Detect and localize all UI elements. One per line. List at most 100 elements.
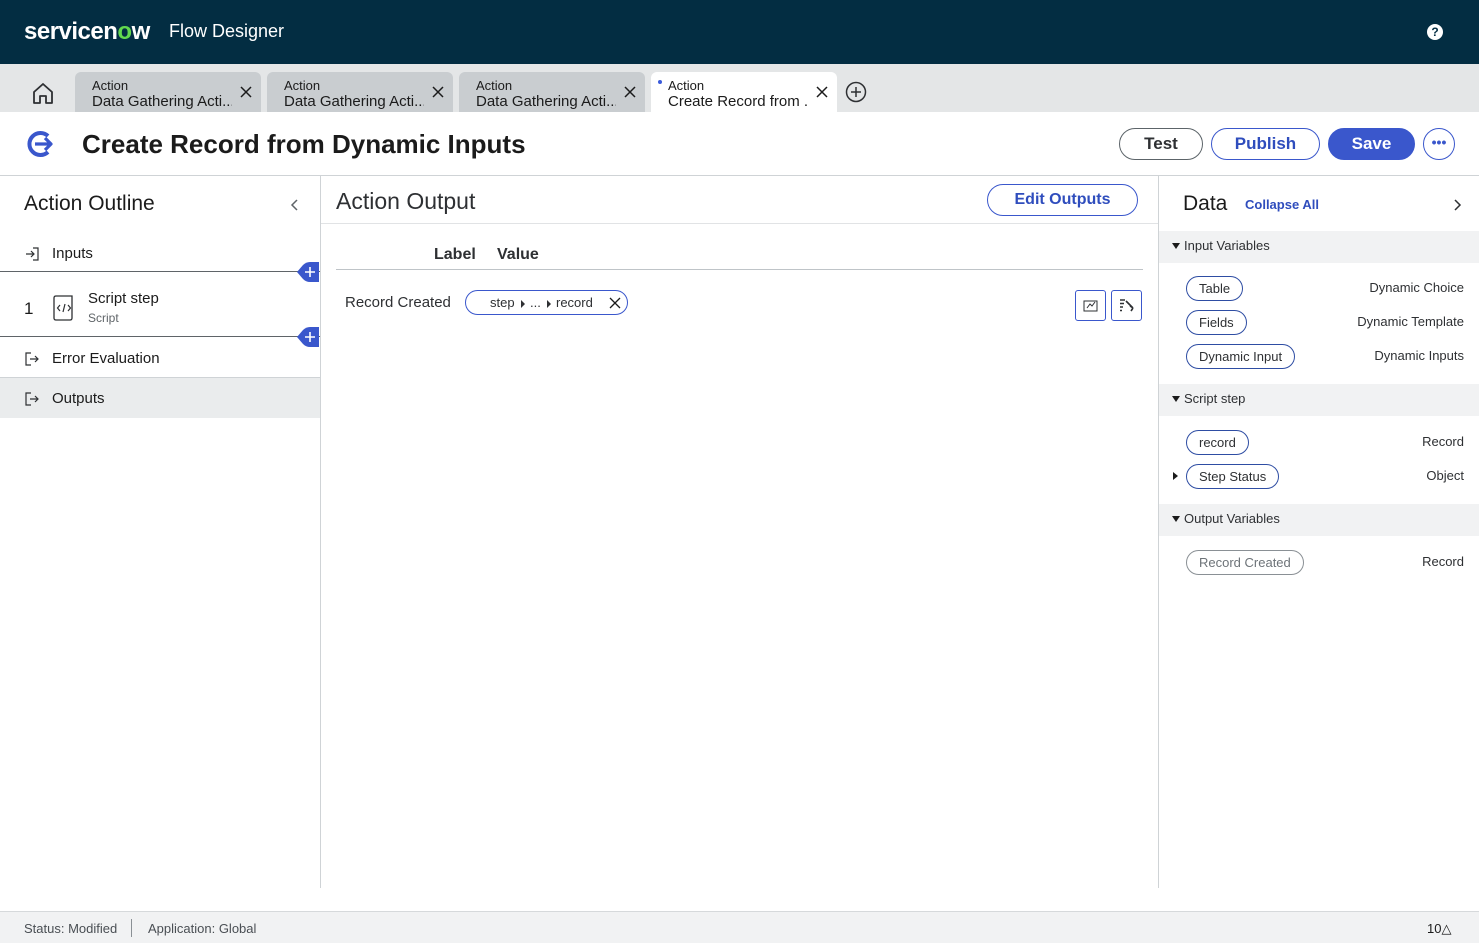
data-variable-row: Dynamic Input Dynamic Inputs <box>1159 344 1479 370</box>
section-label: Output Variables <box>1184 511 1280 526</box>
close-icon[interactable] <box>815 85 829 99</box>
chevron-right-icon[interactable] <box>1450 198 1464 212</box>
edit-outputs-button[interactable]: Edit Outputs <box>987 184 1138 216</box>
pill-segment: record <box>556 295 593 310</box>
data-pill-fields[interactable]: Fields <box>1186 310 1247 335</box>
column-header-value: Value <box>497 246 539 263</box>
input-arrow-icon <box>26 247 39 261</box>
variable-type: Object <box>1426 468 1464 483</box>
outline-item-label: Inputs <box>52 245 93 262</box>
pill-segment: step <box>490 295 515 310</box>
data-pill-step-status[interactable]: Step Status <box>1186 464 1280 489</box>
caret-down-icon <box>1172 243 1180 249</box>
more-options-button[interactable]: ••• <box>1423 128 1455 160</box>
data-variable-row: Fields Dynamic Template <box>1159 310 1479 336</box>
application-text: Application: Global <box>148 921 257 936</box>
data-variable-row: Step Status Object <box>1159 464 1479 490</box>
tab-name: Create Record from ... <box>668 93 808 110</box>
add-tab-icon[interactable] <box>845 81 867 103</box>
outline-title: Action Outline <box>24 192 155 215</box>
chevron-left-icon[interactable] <box>288 198 302 212</box>
action-output-header: Action Output Edit Outputs <box>321 176 1158 224</box>
publish-button[interactable]: Publish <box>1211 128 1320 160</box>
action-outline-panel: Action Outline Inputs 1 Script step Scri… <box>0 176 321 888</box>
outline-item-error-evaluation[interactable]: Error Evaluation <box>0 342 320 378</box>
status-bar: Status: Modified Application: Global 10△ <box>0 911 1479 943</box>
save-button[interactable]: Save <box>1328 128 1415 160</box>
pill-segment: ... <box>530 295 541 310</box>
script-icon <box>53 295 73 321</box>
caret-right-icon <box>521 300 525 308</box>
action-title-bar: Create Record from Dynamic Inputs Test P… <box>0 112 1479 176</box>
data-pill-dynamic-input[interactable]: Dynamic Input <box>1186 344 1296 369</box>
tab-name: Data Gathering Acti... <box>476 93 616 110</box>
data-pill-table[interactable]: Table <box>1186 276 1244 301</box>
status-text: Status: Modified <box>24 921 118 936</box>
notification-count: 10 <box>1427 921 1442 936</box>
step-type: Script <box>88 311 119 325</box>
action-output-panel: Action Output Edit Outputs Label Value R… <box>321 176 1158 888</box>
close-icon[interactable] <box>431 85 445 99</box>
exit-arrow-icon <box>25 392 39 406</box>
tab-data-gathering-3[interactable]: Action Data Gathering Acti... <box>459 72 645 112</box>
caret-right-icon <box>547 300 551 308</box>
variable-type: Record <box>1422 554 1464 569</box>
tab-data-gathering-2[interactable]: Action Data Gathering Acti... <box>267 72 453 112</box>
step-number: 1 <box>24 299 34 318</box>
top-header: servicenow Flow Designer ? <box>0 0 1479 64</box>
header-divider <box>336 269 1143 270</box>
app-name: Flow Designer <box>169 21 285 41</box>
data-variable-row: record Record <box>1159 430 1479 456</box>
test-button[interactable]: Test <box>1119 128 1203 160</box>
tab-name: Data Gathering Acti... <box>92 93 232 110</box>
data-pill-picker-button[interactable] <box>1111 290 1142 321</box>
tab-name: Data Gathering Acti... <box>284 93 424 110</box>
collapse-all-link[interactable]: Collapse All <box>1245 197 1319 212</box>
outline-item-inputs[interactable]: Inputs <box>0 236 320 272</box>
modified-indicator <box>658 80 662 84</box>
data-variable-row: Table Dynamic Choice <box>1159 276 1479 302</box>
script-toggle-button[interactable] <box>1075 290 1106 321</box>
data-variable-row: Record Created Record <box>1159 550 1479 576</box>
tab-data-gathering-1[interactable]: Action Data Gathering Acti... <box>75 72 261 112</box>
page-title: Create Record from Dynamic Inputs <box>82 129 526 159</box>
close-icon[interactable] <box>623 85 637 99</box>
add-step-icon[interactable] <box>297 262 319 282</box>
section-script-step[interactable]: Script step <box>1159 384 1479 416</box>
tab-type: Action <box>668 78 705 93</box>
variable-type: Dynamic Choice <box>1369 280 1464 295</box>
pill-picker-icon <box>1120 299 1134 312</box>
notifications-indicator[interactable]: 10△ <box>1427 921 1451 937</box>
home-icon[interactable] <box>30 80 56 106</box>
caret-down-icon <box>1172 396 1180 402</box>
tab-type: Action <box>92 78 129 93</box>
section-label: Input Variables <box>1184 238 1270 253</box>
close-icon[interactable] <box>239 85 253 99</box>
variable-type: Dynamic Inputs <box>1374 348 1464 363</box>
output-row-label: Record Created <box>345 294 451 311</box>
tab-type: Action <box>476 78 513 93</box>
variable-type: Record <box>1422 434 1464 449</box>
data-pill-record[interactable]: record <box>1186 430 1249 455</box>
data-pill-record-created[interactable]: Record Created <box>1186 550 1304 575</box>
variable-type: Dynamic Template <box>1357 314 1464 329</box>
outline-item-script-step[interactable]: 1 Script step Script <box>0 280 320 337</box>
caret-down-icon <box>1172 516 1180 522</box>
close-icon[interactable] <box>609 297 621 309</box>
tab-type: Action <box>284 78 321 93</box>
section-input-variables[interactable]: Input Variables <box>1159 231 1479 263</box>
status-divider <box>131 919 132 937</box>
tab-create-record[interactable]: Action Create Record from ... <box>651 72 837 112</box>
section-output-variables[interactable]: Output Variables <box>1159 504 1479 536</box>
script-edit-icon <box>1083 300 1098 312</box>
data-pill-step-record[interactable]: step ... record <box>465 290 628 315</box>
data-panel: Data Collapse All Input Variables Table … <box>1158 176 1479 888</box>
servicenow-logo: servicenow <box>24 18 150 45</box>
column-header-label: Label <box>434 246 476 263</box>
help-icon[interactable]: ? <box>1427 24 1443 40</box>
data-panel-title: Data <box>1183 192 1228 215</box>
tab-bar: Action Data Gathering Acti... Action Dat… <box>0 64 1479 112</box>
outline-item-label: Outputs <box>52 390 105 407</box>
expand-caret-icon[interactable] <box>1173 472 1178 480</box>
outline-item-outputs[interactable]: Outputs <box>0 378 320 418</box>
